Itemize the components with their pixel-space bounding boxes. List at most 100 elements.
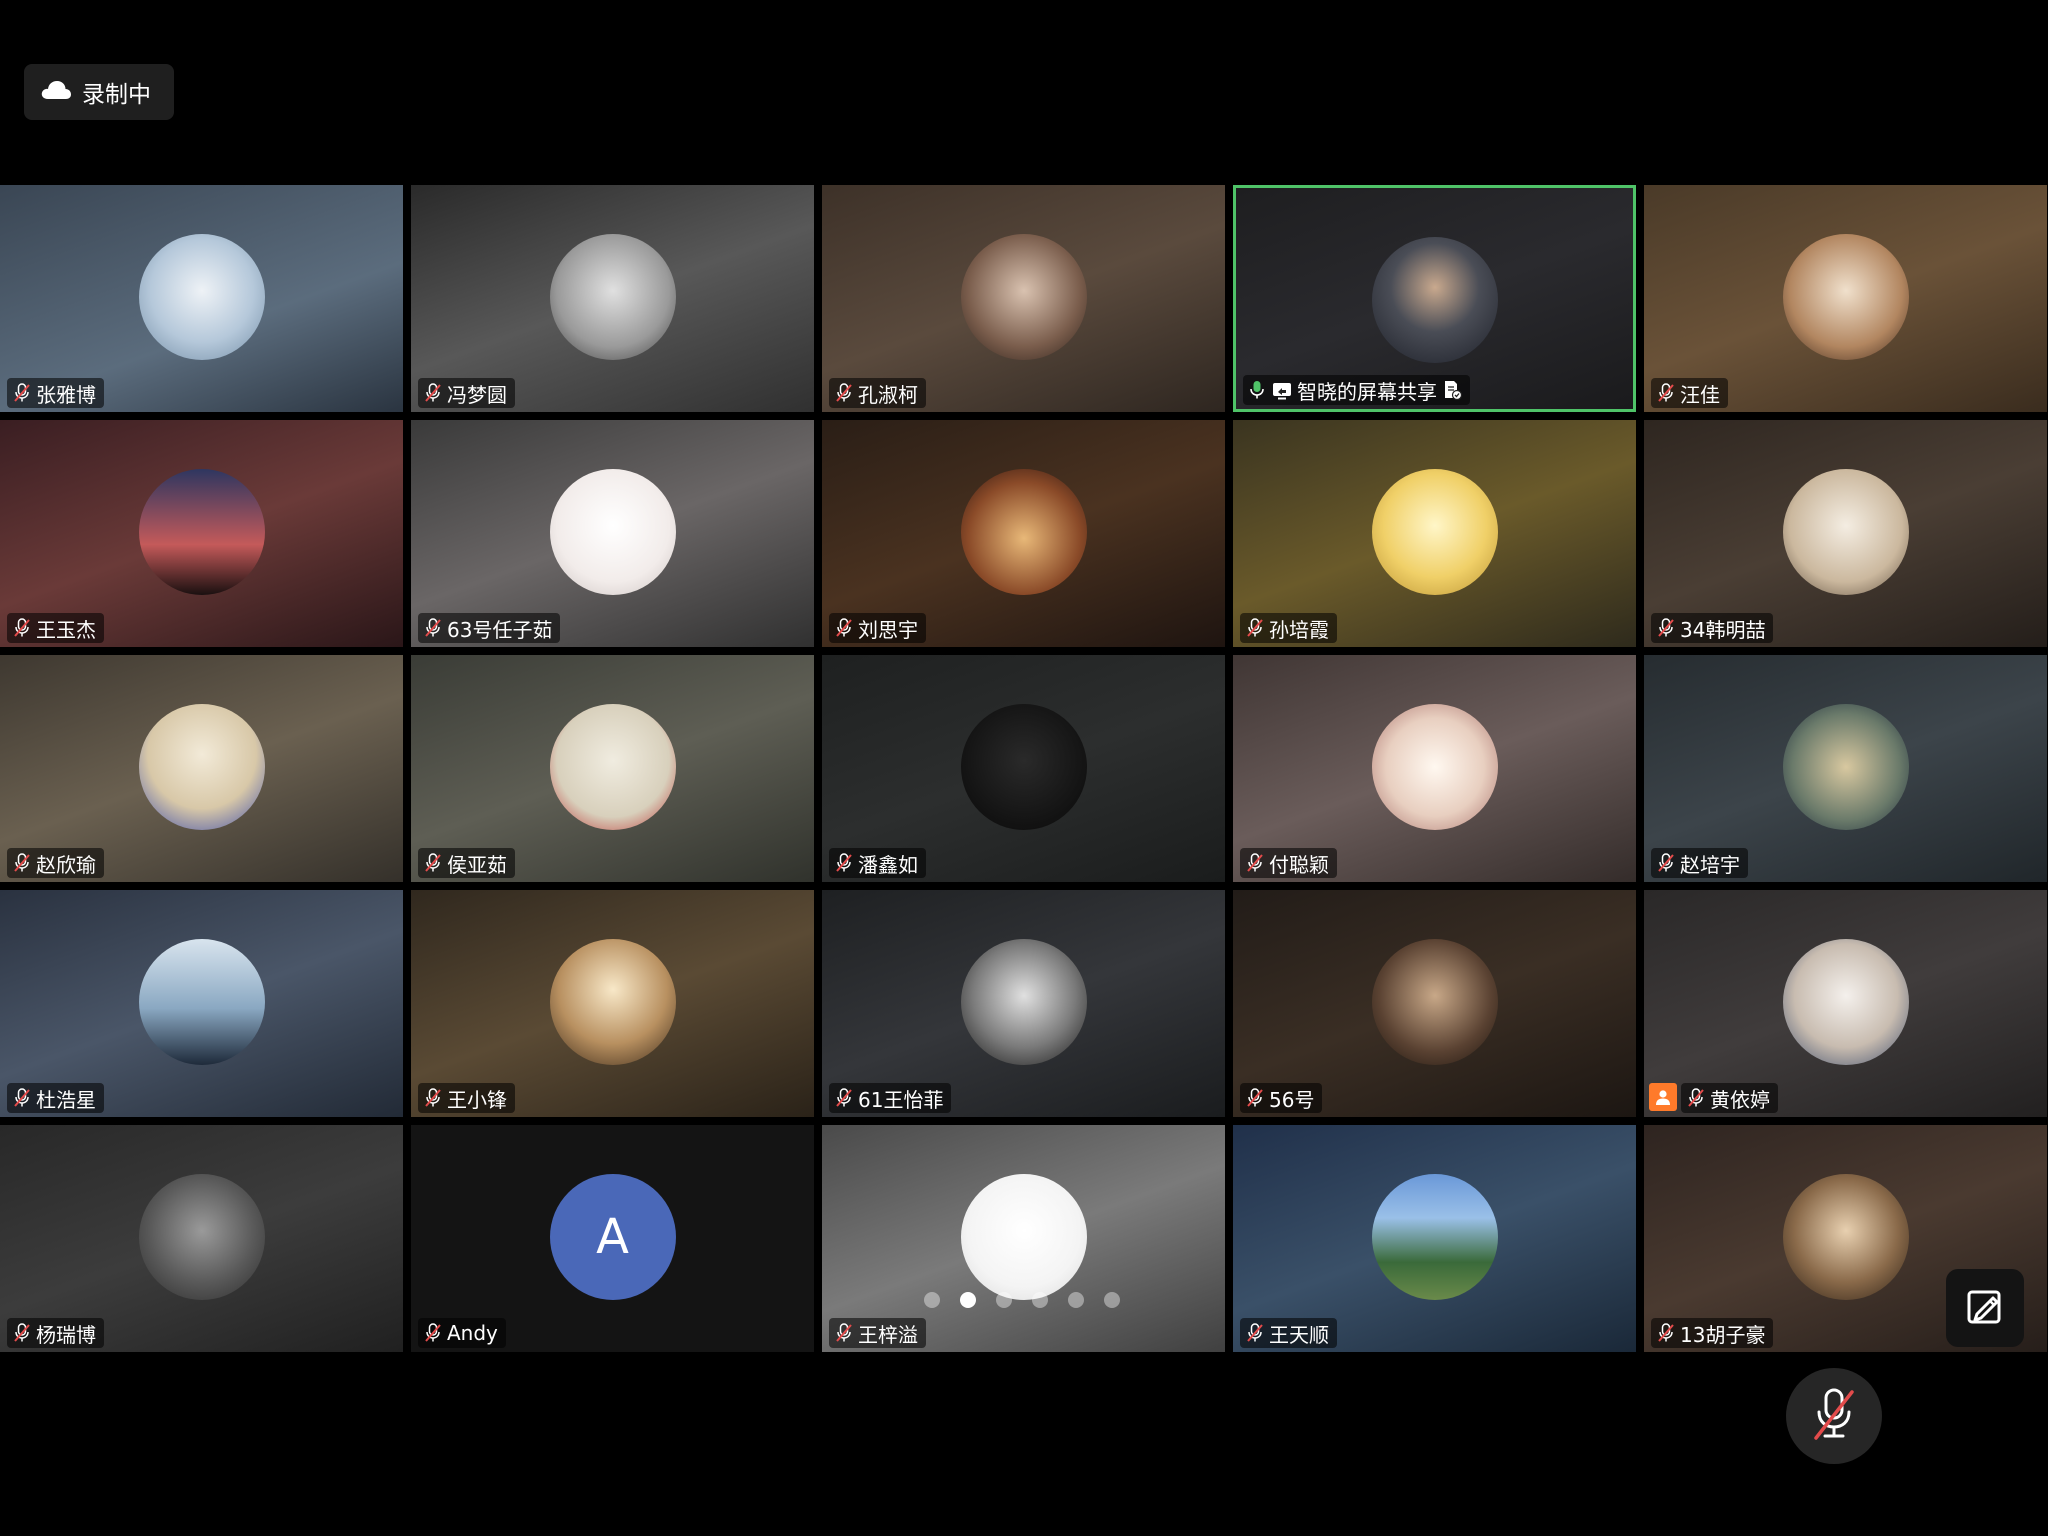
mic-muted-icon [1657,1323,1675,1343]
participant-tile[interactable]: 孙培霞 [1233,420,1636,647]
participant-name-tag: 56号 [1240,1083,1323,1113]
page-dot[interactable] [1104,1292,1120,1308]
avatar [960,1174,1087,1300]
participant-name: 王梓溢 [858,1322,918,1347]
mic-active-icon [1249,380,1267,400]
participant-name: 黄依婷 [1710,1087,1770,1112]
participant-tile[interactable]: 侯亚茹 [411,655,814,882]
participant-name-tag: 孙培霞 [1240,613,1337,643]
participant-name-tag: 王小锋 [418,1083,515,1113]
participant-name-tag: 王天顺 [1240,1318,1337,1348]
avatar [549,939,676,1065]
mic-muted-icon [835,383,853,403]
avatar [1371,939,1498,1065]
mic-muted-icon [424,383,442,403]
avatar [549,234,676,360]
participant-name: 王天顺 [1269,1322,1329,1347]
participant-tile[interactable]: A Andy [411,1125,814,1352]
document-icon [1442,380,1463,401]
recording-indicator[interactable]: 录制中 [24,64,174,120]
participant-tile[interactable]: 56号 [1233,890,1636,1117]
participant-name: Andy [447,1321,498,1345]
participant-tile[interactable]: 刘思宇 [822,420,1225,647]
mic-muted-icon [1657,618,1675,638]
participant-name: 刘思宇 [858,617,918,642]
participant-name: 63号任子茹 [447,617,553,642]
participant-tile[interactable]: 冯梦圆 [411,185,814,412]
participant-name-tag: 汪佳 [1651,378,1728,408]
participant-tile[interactable]: 34韩明喆 [1644,420,2047,647]
participant-name-tag: 杜浩星 [7,1083,104,1113]
participant-name-tag: 黄依婷 [1681,1083,1778,1113]
participant-name: 赵欣瑜 [36,852,96,877]
mic-muted-icon [424,618,442,638]
participant-tile[interactable]: 王玉杰 [0,420,403,647]
avatar [138,234,265,360]
participant-tile[interactable]: 61王怡菲 [822,890,1225,1117]
participant-tile[interactable]: 王梓溢 [822,1125,1225,1352]
participant-tile[interactable]: 汪佳 [1644,185,2047,412]
screen-share-icon [1272,381,1292,400]
avatar [549,469,676,595]
participant-name-tag: 潘鑫如 [829,848,926,878]
participant-tile[interactable]: 智晓的屏幕共享 [1233,185,1636,412]
participant-tile[interactable]: 杨瑞博 [0,1125,403,1352]
participant-tile[interactable]: 张雅博 [0,185,403,412]
page-indicator[interactable] [924,1292,1120,1308]
page-dot[interactable] [924,1292,940,1308]
avatar [138,469,265,595]
mic-muted-icon [1246,1088,1264,1108]
avatar [960,704,1087,830]
recording-label: 录制中 [82,82,151,108]
participant-name: 冯梦圆 [447,382,507,407]
participant-tile[interactable]: 黄依婷 [1644,890,2047,1117]
page-dot[interactable] [996,1292,1012,1308]
avatar: A [549,1174,676,1300]
participant-tile[interactable]: 潘鑫如 [822,655,1225,882]
participant-tile[interactable]: 王天顺 [1233,1125,1636,1352]
participant-name-tag: 13胡子豪 [1651,1318,1774,1348]
mic-muted-icon [1808,1386,1860,1446]
avatar [960,234,1087,360]
annotate-button[interactable] [1946,1269,2024,1347]
meeting-gallery-view: 录制中 张雅博 冯梦圆 孔淑柯 智晓的屏幕共享 汪佳王玉杰 63号任子茹 刘思宇 孙培霞 34韩… [0,0,2048,1536]
participant-name: 王玉杰 [36,617,96,642]
avatar [1782,234,1909,360]
participant-name-tag: 61王怡菲 [829,1083,952,1113]
mute-button[interactable] [1786,1368,1882,1464]
avatar [1371,469,1498,595]
participant-name: 56号 [1269,1087,1315,1112]
participant-tile[interactable]: 赵培宇 [1644,655,2047,882]
participant-name-tag: 刘思宇 [829,613,926,643]
page-dot[interactable] [1032,1292,1048,1308]
participant-name-tag: 付聪颖 [1240,848,1337,878]
mic-muted-icon [835,618,853,638]
participant-tile[interactable]: 赵欣瑜 [0,655,403,882]
participant-tile[interactable]: 王小锋 [411,890,814,1117]
participant-name: 潘鑫如 [858,852,918,877]
participant-tile[interactable]: 63号任子茹 [411,420,814,647]
page-dot[interactable] [1068,1292,1084,1308]
participant-name-tag: 34韩明喆 [1651,613,1774,643]
participant-name-tag: 王玉杰 [7,613,104,643]
participant-name: 王小锋 [447,1087,507,1112]
mic-muted-icon [1657,853,1675,873]
participant-name: 61王怡菲 [858,1087,944,1112]
participant-tile[interactable]: 付聪颖 [1233,655,1636,882]
participant-name: 智晓的屏幕共享 [1297,379,1437,404]
mic-muted-icon [13,853,31,873]
annotate-icon [1963,1284,2007,1332]
mic-muted-icon [1246,618,1264,638]
mic-muted-icon [1687,1088,1705,1108]
page-dot[interactable] [960,1292,976,1308]
participant-name: 汪佳 [1680,382,1720,407]
avatar [1782,704,1909,830]
mic-muted-icon [13,1088,31,1108]
participant-name-tag: 王梓溢 [829,1318,926,1348]
participant-tile[interactable]: 杜浩星 [0,890,403,1117]
avatar [960,469,1087,595]
mic-muted-icon [13,618,31,638]
avatar [1782,469,1909,595]
participant-tile[interactable]: 孔淑柯 [822,185,1225,412]
avatar [138,1174,265,1300]
